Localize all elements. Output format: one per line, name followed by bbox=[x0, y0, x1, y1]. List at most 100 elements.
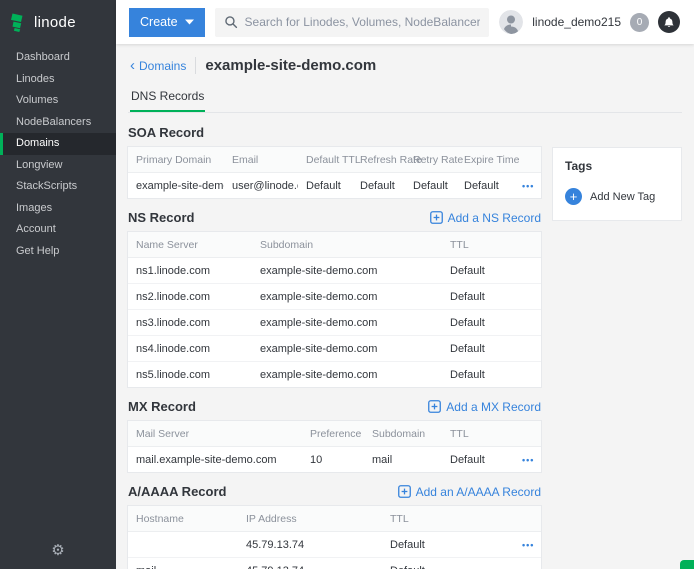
column-header: Retry Rate bbox=[405, 147, 456, 173]
table-row: mail 45.79.13.74 Default ••• bbox=[128, 558, 541, 569]
table-row: ns1.linode.com example-site-demo.com Def… bbox=[128, 258, 541, 284]
ns-record-table: Name Server Subdomain TTL ns1.linode.com… bbox=[128, 232, 541, 387]
column-header: Preference bbox=[302, 421, 364, 447]
main-area: Create linode_demo215 bbox=[116, 0, 694, 569]
cell-ip-address: 45.79.13.74 bbox=[238, 558, 382, 569]
add-mx-record-label: Add a MX Record bbox=[446, 400, 541, 414]
sidebar-item-images[interactable]: Images bbox=[0, 198, 116, 220]
cell-preference: 10 bbox=[302, 447, 364, 473]
column-header: Mail Server bbox=[128, 421, 302, 447]
add-a-aaaa-record-label: Add an A/AAAA Record bbox=[416, 485, 541, 499]
column-header: Primary Domain bbox=[128, 147, 224, 173]
cell-name-server: ns3.linode.com bbox=[128, 310, 252, 336]
tags-panel: Tags + Add New Tag bbox=[553, 148, 681, 220]
column-header: TTL bbox=[442, 421, 514, 447]
notification-count-badge[interactable]: 0 bbox=[630, 13, 649, 32]
sidebar-item-longview[interactable]: Longview bbox=[0, 155, 116, 177]
add-mx-record-link[interactable]: Add a MX Record bbox=[428, 400, 541, 414]
username[interactable]: linode_demo215 bbox=[532, 15, 621, 29]
row-actions-icon[interactable]: ••• bbox=[514, 173, 541, 199]
back-to-domains-link[interactable]: ‹ Domains bbox=[130, 59, 186, 73]
add-new-tag-label: Add New Tag bbox=[590, 191, 655, 203]
cell-refresh-rate: Default bbox=[352, 173, 405, 199]
user-area: linode_demo215 0 bbox=[499, 10, 680, 34]
cell-mail-server: mail.example-site-demo.com bbox=[128, 447, 302, 473]
ns-section-title: NS Record bbox=[128, 210, 194, 225]
chat-widget[interactable] bbox=[680, 560, 694, 569]
cell-ttl: Default bbox=[442, 447, 514, 473]
column-header: TTL bbox=[442, 232, 541, 258]
linode-logo-icon bbox=[11, 13, 28, 32]
create-button[interactable]: Create bbox=[129, 8, 205, 37]
cell-ip-address: 45.79.13.74 bbox=[238, 532, 382, 558]
content: ‹ Domains example-site-demo.com DNS Reco… bbox=[116, 44, 694, 569]
row-actions-icon[interactable]: ••• bbox=[514, 532, 541, 558]
add-new-tag-button[interactable]: + Add New Tag bbox=[565, 188, 669, 205]
create-button-label: Create bbox=[140, 15, 178, 29]
table-header-row: Primary Domain Email Default TTL Refresh… bbox=[128, 147, 541, 173]
search-box bbox=[215, 8, 490, 37]
search-icon bbox=[224, 15, 238, 29]
breadcrumb: ‹ Domains example-site-demo.com bbox=[128, 44, 682, 84]
soa-section-header: SOA Record bbox=[128, 113, 541, 147]
avatar[interactable] bbox=[499, 10, 523, 34]
notifications-button[interactable] bbox=[658, 11, 680, 33]
column-header-actions bbox=[514, 421, 541, 447]
cell-ttl: Default bbox=[382, 558, 514, 569]
sidebar-item-get-help[interactable]: Get Help bbox=[0, 241, 116, 263]
a-aaaa-record-table: Hostname IP Address TTL 45.79.13.74 Defa… bbox=[128, 506, 541, 569]
table-header-row: Mail Server Preference Subdomain TTL bbox=[128, 421, 541, 447]
soa-record-table: Primary Domain Email Default TTL Refresh… bbox=[128, 147, 541, 198]
mx-record-table: Mail Server Preference Subdomain TTL mai… bbox=[128, 421, 541, 472]
cell-primary-domain: example-site-demo.com bbox=[128, 173, 224, 199]
cell-hostname bbox=[128, 532, 238, 558]
table-header-row: Name Server Subdomain TTL bbox=[128, 232, 541, 258]
table-header-row: Hostname IP Address TTL bbox=[128, 506, 541, 532]
add-ns-record-link[interactable]: Add a NS Record bbox=[430, 211, 541, 225]
plus-circle-icon: + bbox=[565, 188, 582, 205]
sidebar-item-domains[interactable]: Domains bbox=[0, 133, 116, 155]
records-column: SOA Record Primary Domain Email Default … bbox=[128, 113, 541, 569]
cell-hostname: mail bbox=[128, 558, 238, 569]
add-a-aaaa-record-link[interactable]: Add an A/AAAA Record bbox=[398, 485, 541, 499]
bell-icon bbox=[663, 16, 675, 29]
add-record-icon bbox=[430, 211, 443, 224]
sidebar-item-volumes[interactable]: Volumes bbox=[0, 90, 116, 112]
sidebar-item-dashboard[interactable]: Dashboard bbox=[0, 47, 116, 69]
column-header: IP Address bbox=[238, 506, 382, 532]
linode-logo[interactable]: linode bbox=[0, 0, 116, 44]
add-record-icon bbox=[398, 485, 411, 498]
sidebar-item-stackscripts[interactable]: StackScripts bbox=[0, 176, 116, 198]
tags-panel-title: Tags bbox=[565, 159, 669, 173]
table-row: ns5.linode.com example-site-demo.com Def… bbox=[128, 362, 541, 388]
add-record-icon bbox=[428, 400, 441, 413]
ns-section-header: NS Record Add a NS Record bbox=[128, 198, 541, 232]
row-actions-icon[interactable]: ••• bbox=[514, 558, 541, 569]
sidebar-nav: Dashboard Linodes Volumes NodeBalancers … bbox=[0, 44, 116, 262]
sidebar-item-account[interactable]: Account bbox=[0, 219, 116, 241]
cell-ttl: Default bbox=[442, 336, 541, 362]
column-header: Name Server bbox=[128, 232, 252, 258]
column-header-actions bbox=[514, 506, 541, 532]
column-header: Expire Time bbox=[456, 147, 514, 173]
add-ns-record-label: Add a NS Record bbox=[448, 211, 541, 225]
column-header: Subdomain bbox=[364, 421, 442, 447]
gear-icon[interactable]: ⚙ bbox=[0, 541, 116, 559]
table-row: ns4.linode.com example-site-demo.com Def… bbox=[128, 336, 541, 362]
sidebar-item-nodebalancers[interactable]: NodeBalancers bbox=[0, 112, 116, 134]
cell-ttl: Default bbox=[442, 258, 541, 284]
tab-dns-records[interactable]: DNS Records bbox=[130, 84, 205, 112]
sidebar-item-linodes[interactable]: Linodes bbox=[0, 69, 116, 91]
sidebar: linode Dashboard Linodes Volumes NodeBal… bbox=[0, 0, 116, 569]
mx-section-header: MX Record Add a MX Record bbox=[128, 387, 541, 421]
cell-name-server: ns1.linode.com bbox=[128, 258, 252, 284]
column-header: Email bbox=[224, 147, 298, 173]
search-input[interactable] bbox=[245, 15, 481, 29]
row-actions-icon[interactable]: ••• bbox=[514, 447, 541, 473]
mx-section-title: MX Record bbox=[128, 399, 196, 414]
cell-ttl: Default bbox=[442, 310, 541, 336]
table-row: example-site-demo.com user@linode.com De… bbox=[128, 173, 541, 199]
cell-subdomain: example-site-demo.com bbox=[252, 258, 442, 284]
cell-email: user@linode.com bbox=[224, 173, 298, 199]
cell-retry-rate: Default bbox=[405, 173, 456, 199]
